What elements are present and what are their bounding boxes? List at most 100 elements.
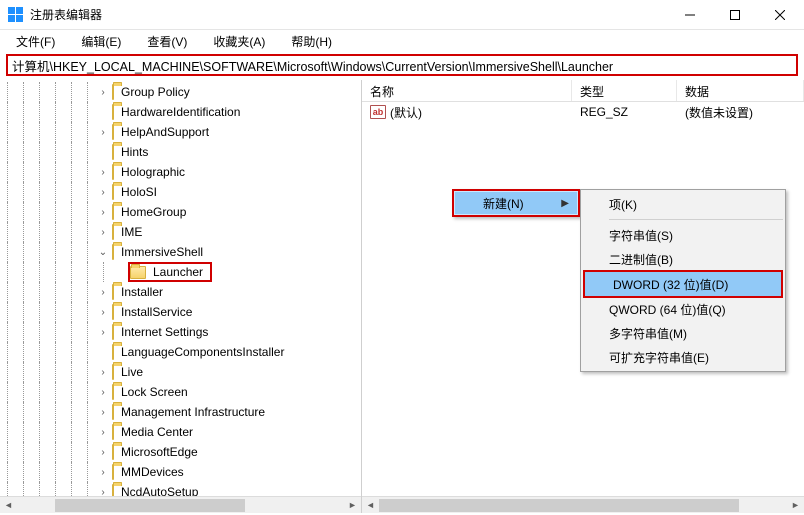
menu-favorites[interactable]: 收藏夹(A) [201,31,277,52]
regedit-icon [8,7,24,23]
scroll-thumb[interactable] [379,499,739,512]
menu-item[interactable]: QWORD (64 位)值(Q) [581,297,785,321]
col-type[interactable]: 类型 [572,80,677,101]
list-hscroll[interactable]: ◄ ► [362,496,804,513]
menu-item-new[interactable]: 新建(N) ▶ [454,191,578,215]
menu-item[interactable]: 字符串值(S) [581,223,785,247]
tree-node[interactable]: › Live [0,362,361,382]
tree-node[interactable]: › MicrosoftEdge [0,442,361,462]
tree-node-label: ImmersiveShell [118,244,206,260]
folder-icon [112,84,114,100]
scroll-left-icon[interactable]: ◄ [0,497,17,514]
folder-icon [112,424,114,440]
col-data[interactable]: 数据 [677,80,804,101]
list-row[interactable]: ab (默认) REG_SZ (数值未设置) [362,102,804,122]
chevron-right-icon[interactable]: › [96,325,110,339]
tree-node-label: LanguageComponentsInstaller [118,344,287,360]
scroll-right-icon[interactable]: ► [787,497,804,514]
tree-node[interactable]: LanguageComponentsInstaller [0,342,361,362]
chevron-right-icon[interactable]: › [96,85,110,99]
value-type: REG_SZ [572,105,677,119]
folder-icon [112,284,114,300]
tree-node[interactable]: ›HomeGroup [0,202,361,222]
tree-node[interactable]: › IME [0,222,361,242]
tree-hscroll[interactable]: ◄ ► [0,496,361,513]
no-expander [112,265,126,279]
tree-node-label: Lock Screen [118,384,191,400]
chevron-right-icon[interactable]: › [96,165,110,179]
tree-node[interactable]: ›InstallService [0,302,361,322]
tree-node[interactable]: › Lock Screen [0,382,361,402]
folder-icon [130,266,146,279]
tree-node[interactable]: ›Group Policy [0,82,361,102]
menu-edit[interactable]: 编辑(E) [69,31,133,52]
minimize-button[interactable] [667,1,712,29]
menu-separator [609,219,783,220]
menu-item[interactable]: 二进制值(B) [581,247,785,271]
chevron-right-icon[interactable]: › [96,305,110,319]
menu-help[interactable]: 帮助(H) [279,31,344,52]
chevron-down-icon[interactable]: ⌄ [96,245,110,259]
list-header: 名称 类型 数据 [362,80,804,102]
folder-icon [112,224,114,240]
tree-node[interactable]: › HoloSI [0,182,361,202]
folder-icon [112,404,114,420]
folder-icon [112,124,114,140]
tree-node[interactable]: ⌄ ImmersiveShell [0,242,361,262]
chevron-right-icon[interactable]: › [96,405,110,419]
chevron-right-icon[interactable]: › [96,465,110,479]
menu-view[interactable]: 查看(V) [135,31,199,52]
folder-icon [112,104,114,120]
chevron-right-icon[interactable]: › [96,385,110,399]
scroll-right-icon[interactable]: ► [344,497,361,514]
tree-node-label: Installer [118,284,166,300]
tree-node-label: Internet Settings [118,324,211,340]
registry-tree[interactable]: ›Group Policy HardwareIdentification ›Help… [0,80,361,513]
menu-item[interactable]: 多字符串值(M) [581,321,785,345]
address-bar[interactable]: 计算机\HKEY_LOCAL_MACHINE\SOFTWARE\Microsof… [6,54,798,76]
tree-node-label: Hints [118,144,151,160]
chevron-right-icon[interactable]: › [96,285,110,299]
folder-icon [112,444,114,460]
chevron-right-icon[interactable]: › [96,365,110,379]
no-expander [96,105,110,119]
tree-node-label: Management Infrastructure [118,404,268,420]
close-button[interactable] [757,1,802,29]
tree-node[interactable]: HardwareIdentification [0,102,361,122]
tree-node[interactable]: › Installer [0,282,361,302]
string-value-icon: ab [370,105,386,119]
menu-file[interactable]: 文件(F) [4,31,67,52]
chevron-right-icon[interactable]: › [96,225,110,239]
col-name[interactable]: 名称 [362,80,572,101]
menu-item-dword32[interactable]: DWORD (32 位)值(D) [585,272,781,296]
folder-icon [112,464,114,480]
tree-node[interactable]: Launcher [0,262,361,282]
scroll-left-icon[interactable]: ◄ [362,497,379,514]
tree-node-label: HardwareIdentification [118,104,243,120]
tree-node[interactable]: ›Holographic [0,162,361,182]
folder-icon [112,244,114,260]
tree-node-label: IME [118,224,145,240]
menu-item[interactable]: 项(K) [581,192,785,216]
tree-node[interactable]: ›HelpAndSupport [0,122,361,142]
scroll-thumb[interactable] [55,499,245,512]
folder-icon [112,204,114,220]
tree-node[interactable]: Hints [0,142,361,162]
tree-node-label: HoloSI [118,184,160,200]
tree-node[interactable]: › Internet Settings [0,322,361,342]
tree-node-label: Launcher [150,264,206,280]
maximize-button[interactable] [712,1,757,29]
menu-item[interactable]: 可扩充字符串值(E) [581,345,785,369]
tree-node[interactable]: ›MMDevices [0,462,361,482]
chevron-right-icon[interactable]: › [96,125,110,139]
tree-node[interactable]: ›Media Center [0,422,361,442]
chevron-right-icon[interactable]: › [96,185,110,199]
chevron-right-icon[interactable]: › [96,445,110,459]
chevron-right-icon[interactable]: › [96,425,110,439]
tree-node-label: MicrosoftEdge [118,444,201,460]
titlebar: 注册表编辑器 [0,0,804,30]
chevron-right-icon[interactable]: › [96,205,110,219]
folder-icon [112,364,114,380]
tree-node-label: Live [118,364,146,380]
tree-node[interactable]: › Management Infrastructure [0,402,361,422]
